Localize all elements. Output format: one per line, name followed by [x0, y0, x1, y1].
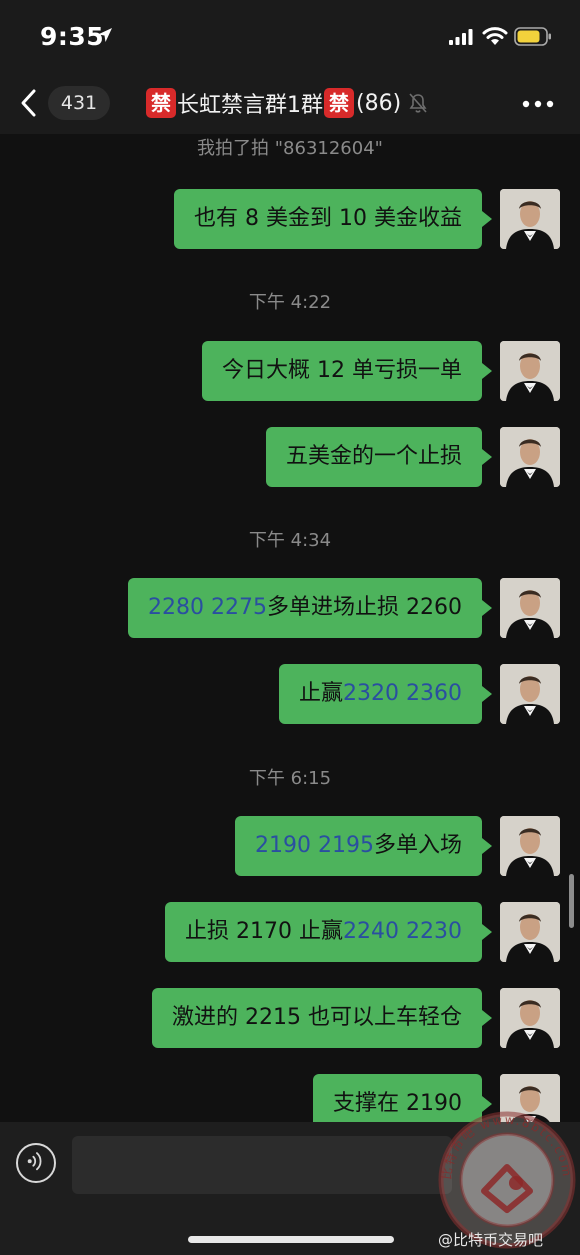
- avatar[interactable]: [500, 341, 560, 401]
- message-bubble[interactable]: 五美金的一个止损: [265, 427, 493, 487]
- avatar[interactable]: [500, 664, 560, 724]
- avatar-portrait-icon: [500, 664, 560, 724]
- avatar[interactable]: [500, 427, 560, 487]
- message-row: 止损 2170 止赢2240 2230: [165, 902, 560, 962]
- chat-title[interactable]: 禁 长虹禁言群1群 禁 (86): [146, 86, 429, 120]
- voice-button[interactable]: [16, 1143, 56, 1183]
- status-time: 9:35: [40, 22, 105, 51]
- timestamp: 下午 6:15: [248, 768, 332, 789]
- mute-bell-icon: [409, 93, 427, 113]
- message-bubble[interactable]: 2190 2195多单入场: [235, 816, 492, 876]
- chat-header: 431 禁 长虹禁言群1群 禁 (86): [0, 72, 580, 134]
- chevron-left-icon: [21, 89, 36, 117]
- message-text: 止赢: [299, 681, 344, 706]
- member-count: (86): [356, 90, 402, 116]
- group-name: 长虹禁言群1群: [177, 93, 323, 118]
- avatar[interactable]: [500, 578, 560, 638]
- avatar-portrait-icon: [500, 189, 560, 249]
- message-text: 多单入场: [373, 833, 462, 858]
- price-link[interactable]: 2190 2195: [255, 833, 374, 858]
- avatar[interactable]: [500, 816, 560, 876]
- message-list[interactable]: 我拍了拍 "86312604" 也有 8 美金到 10 美金收益 下午 4:22…: [0, 134, 580, 1122]
- scrollbar[interactable]: [569, 874, 574, 928]
- message-bubble[interactable]: 止赢2320 2360: [279, 664, 492, 724]
- message-bubble[interactable]: 激进的 2215 也可以上车轻仓: [152, 988, 492, 1048]
- avatar-portrait-icon: [500, 427, 560, 487]
- price-link[interactable]: 2280 2275: [148, 595, 267, 620]
- message-input[interactable]: [72, 1136, 452, 1194]
- cellular-signal-icon: [449, 29, 473, 45]
- status-bar: 9:35: [0, 0, 580, 72]
- timestamp: 下午 4:34: [248, 530, 332, 551]
- avatar-portrait-icon: [500, 578, 560, 638]
- message-row: 激进的 2215 也可以上车轻仓: [152, 988, 560, 1048]
- avatar[interactable]: [500, 189, 560, 249]
- watermark-text: @比特币交易吧: [438, 1231, 544, 1249]
- price-link[interactable]: 2320 2360: [343, 681, 462, 706]
- avatar-portrait-icon: [500, 902, 560, 962]
- more-dots-icon[interactable]: [522, 99, 554, 109]
- avatar-portrait-icon: [500, 988, 560, 1048]
- message-row: 五美金的一个止损: [265, 427, 560, 487]
- avatar[interactable]: [500, 902, 560, 962]
- message-bubble[interactable]: 止损 2170 止赢2240 2230: [165, 902, 492, 962]
- avatar[interactable]: [500, 988, 560, 1048]
- pat-notice: 我拍了拍 "86312604": [197, 138, 383, 159]
- ban-emoji-right: 禁: [324, 88, 354, 118]
- message-bubble[interactable]: 今日大概 12 单亏损一单: [202, 341, 492, 401]
- message-row: 也有 8 美金到 10 美金收益: [174, 189, 560, 249]
- message-row: 2280 2275多单进场止损 2260: [128, 578, 560, 638]
- price-link[interactable]: 2240 2230: [343, 919, 462, 944]
- avatar-portrait-icon: [500, 341, 560, 401]
- avatar-portrait-icon: [500, 816, 560, 876]
- unread-count-badge: 431: [48, 86, 110, 120]
- voice-icon: [27, 1152, 42, 1171]
- location-arrow-icon: [98, 28, 112, 42]
- battery-icon: [514, 27, 551, 46]
- message-text: 止损 2170 止赢: [185, 919, 344, 944]
- message-bubble[interactable]: 也有 8 美金到 10 美金收益: [174, 189, 492, 249]
- timestamp: 下午 4:22: [248, 292, 332, 313]
- home-indicator[interactable]: [188, 1236, 394, 1243]
- message-row: 止赢2320 2360: [279, 664, 560, 724]
- message-bubble[interactable]: 2280 2275多单进场止损 2260: [128, 578, 492, 638]
- message-text: 多单进场止损 2260: [267, 595, 462, 620]
- back-button[interactable]: 431: [18, 86, 110, 120]
- message-row: 2190 2195多单入场: [235, 816, 560, 876]
- wifi-icon: [482, 27, 508, 45]
- message-row: 今日大概 12 单亏损一单: [202, 341, 560, 401]
- ban-emoji-left: 禁: [146, 88, 176, 118]
